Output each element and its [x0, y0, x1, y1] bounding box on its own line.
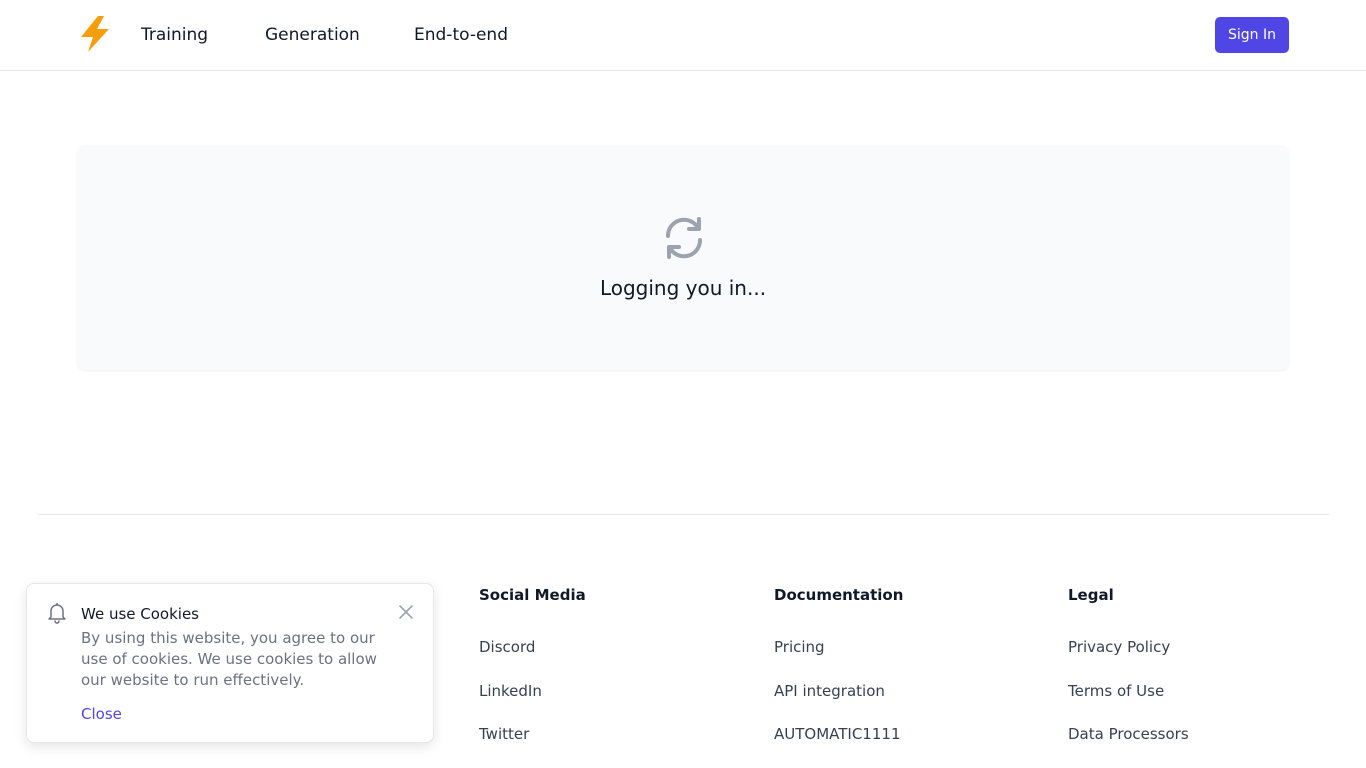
bell-icon — [46, 602, 68, 624]
sign-in-button[interactable]: Sign In — [1215, 17, 1289, 53]
footer-link-data-processors[interactable]: Data Processors — [1068, 724, 1189, 744]
cookie-message: By using this website, you agree to our … — [81, 629, 377, 689]
top-navbar: Training Generation End-to-end Sign In — [0, 0, 1366, 71]
footer-heading: Legal — [1068, 586, 1114, 604]
nav-link-training[interactable]: Training — [141, 24, 208, 46]
footer-divider — [38, 514, 1329, 515]
footer-column-social-media: Social Media Discord LinkedIn Twitter — [479, 585, 719, 743]
footer-link-api-integration[interactable]: API integration — [774, 681, 885, 701]
footer-column-documentation: Documentation Pricing API integration AU… — [774, 585, 1014, 743]
nav-link-end-to-end[interactable]: End-to-end — [414, 24, 508, 46]
footer-link-terms-of-use[interactable]: Terms of Use — [1068, 681, 1164, 701]
footer-link-linkedin[interactable]: LinkedIn — [479, 681, 542, 701]
cookie-title: We use Cookies — [81, 605, 199, 623]
lightning-bolt-icon[interactable] — [78, 15, 112, 53]
cookie-notice: We use Cookies By using this website, yo… — [26, 583, 434, 743]
footer-link-automatic1111[interactable]: AUTOMATIC1111 — [774, 724, 900, 744]
close-icon[interactable] — [396, 602, 416, 622]
footer-link-pricing[interactable]: Pricing — [774, 637, 825, 657]
login-status-card: Logging you in... — [77, 145, 1289, 370]
footer-link-discord[interactable]: Discord — [479, 637, 535, 657]
refresh-icon — [660, 214, 708, 262]
footer-link-privacy-policy[interactable]: Privacy Policy — [1068, 637, 1170, 657]
nav-link-generation[interactable]: Generation — [265, 24, 360, 46]
footer-column-legal: Legal Privacy Policy Terms of Use Data P… — [1068, 585, 1308, 743]
footer-heading: Social Media — [479, 586, 586, 604]
footer-heading: Documentation — [774, 586, 904, 604]
login-status-text: Logging you in... — [599, 276, 767, 300]
cookie-close-button[interactable]: Close — [81, 704, 122, 724]
footer-link-twitter[interactable]: Twitter — [479, 724, 529, 744]
